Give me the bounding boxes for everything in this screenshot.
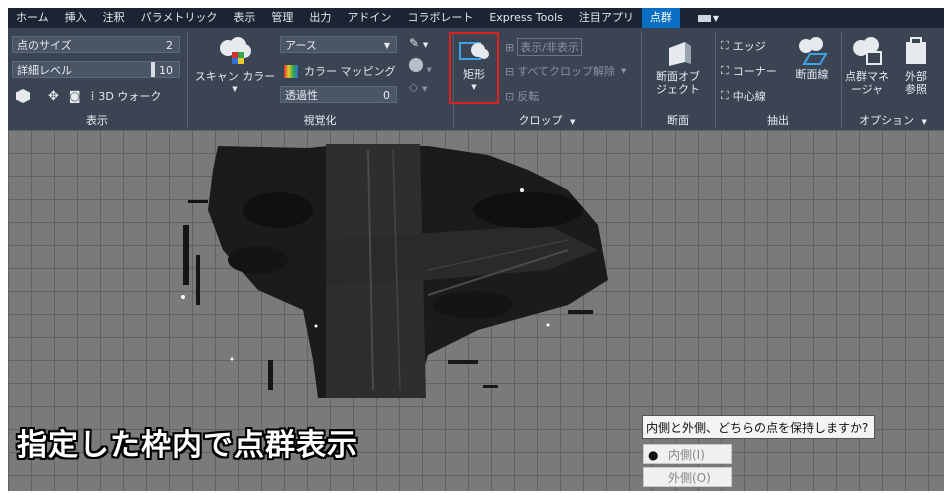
limit-box-icon[interactable]: ✎ ▼ [409,36,449,58]
scan-color-icon [220,37,251,64]
edge-icon: ⛶ [721,39,729,52]
visualization-small-tools: ✎ ▼ ▼ ◇ ▼ [409,36,449,102]
options-group-footer[interactable]: オプション ▼ [842,111,944,130]
extract-edge-button[interactable]: ⛶ エッジ [721,38,766,54]
show-hide-label: 表示/非表示 [517,38,582,56]
display-tools-row: ✥ ◙ ⁞ 3D ウォーク [16,88,161,104]
uncrop-all-button[interactable]: ⊟ すべてクロップ解除 ▼ [505,63,626,79]
camera-icon[interactable]: ◙ [69,89,81,103]
color-mapping-icon [284,64,298,78]
panel-toggle-button[interactable]: ▼ [690,8,727,28]
panel-toggle-icon [697,14,711,22]
show-hide-crop-button[interactable]: ⊞ 表示/非表示 [505,38,582,56]
extract-group-footer: 抽出 [767,114,789,127]
color-mapping-button[interactable]: カラー マッピング [284,63,396,79]
extract-corner-button[interactable]: ⛶ コーナー [721,63,777,79]
lighting-sphere-icon[interactable]: ▼ [409,58,449,80]
color-mapping-label: カラー マッピング [304,65,396,78]
section-object-label: 断面オブジェクト [656,70,700,96]
corner-icon: ⛶ [721,64,729,77]
section-line-label: 断面線 [795,68,829,81]
crop-group-footer[interactable]: クロップ ▼ [454,111,640,130]
prompt-option-outside[interactable]: 外側(O) [643,467,732,487]
chevron-down-icon: ▼ [621,67,627,75]
point-cloud-manager-label: 点群マネージャ [845,70,889,96]
tab-home[interactable]: ホーム [8,8,57,28]
tab-annotate[interactable]: 注釈 [95,8,133,28]
extract-centerline-button[interactable]: ⛶ 中心線 [721,88,766,104]
crop-footer-label: クロップ [518,114,563,127]
chevron-down-icon: ▼ [712,14,720,23]
chevron-down-icon: ▼ [921,118,927,126]
detail-level-value: 10 [159,64,173,77]
tab-collaborate[interactable]: コラボレート [399,8,481,28]
crop-rectangle-label: 矩形 [463,68,485,81]
tab-output[interactable]: 出力 [301,8,339,28]
visualization-group-footer: 視覚化 [303,114,337,127]
external-reference-icon [906,37,926,64]
options-footer-label: オプション [859,114,915,127]
point-size-field[interactable]: 点のサイズ 2 [12,36,180,53]
centerline-label: 中心線 [732,90,766,103]
ribbon-panel: 点のサイズ 2 詳細レベル 10 ✥ ◙ ⁞ 3D ウォーク 表示 スキャン カ… [8,28,944,130]
detail-level-slider-handle[interactable] [151,62,155,77]
tab-view[interactable]: 表示 [225,8,263,28]
selected-bullet-icon: ● [648,448,659,462]
invert-label: 反転 [517,90,540,103]
edge-label: エッジ [732,40,766,53]
ribbon-tab-bar: ホーム 挿入 注釈 パラメトリック 表示 管理 出力 アドイン コラボレート E… [8,8,944,28]
section-direction-icon[interactable]: ◇ ▼ [409,80,449,102]
scan-color-button[interactable]: スキャン カラー ▼ [193,36,277,96]
color-style-value: アース [285,39,317,52]
tab-addins[interactable]: アドイン [339,8,399,28]
crop-rectangle-icon [459,42,489,60]
section-line-icon [799,37,828,65]
tab-manage[interactable]: 管理 [263,8,301,28]
tab-parametric[interactable]: パラメトリック [133,8,226,28]
point-cloud-manager-icon [853,37,882,65]
transparency-label: 透過性 [285,89,318,102]
tab-insert[interactable]: 挿入 [57,8,95,28]
prompt-option-outside-label: 外側(O) [668,471,711,485]
point-size-value: 2 [166,39,173,52]
color-style-dropdown[interactable]: アース ▼ [280,36,397,53]
section-object-icon [669,42,691,66]
overlay-caption: 指定した枠内で点群表示 [17,428,358,463]
point-cloud-manager-button[interactable]: 点群マネージャ [840,36,894,96]
section-object-button[interactable]: 断面オブジェクト [646,40,710,96]
chevron-down-icon: ▼ [383,41,390,50]
show-hide-icon: ⊞ [505,40,515,54]
chevron-down-icon: ▼ [471,83,477,91]
invert-crop-button[interactable]: ⊡ 反転 [505,88,539,104]
external-reference-label: 外部参照 [905,70,927,96]
orbit-icon[interactable]: ✥ [48,89,59,104]
centerline-icon: ⛶ [721,89,729,102]
walk-icon[interactable]: ⁞ [91,89,95,103]
invert-icon: ⊡ [505,89,515,103]
3d-walk-label[interactable]: 3D ウォーク [98,88,161,104]
tab-featured-apps[interactable]: 注目アプリ [571,8,642,28]
display-group-footer: 表示 [86,114,108,127]
crop-rectangle-button[interactable]: 矩形 ▼ [449,32,499,104]
scan-color-label: スキャン カラー [194,70,276,83]
uncrop-icon: ⊟ [505,64,515,78]
uncrop-all-label: すべてクロップ解除 [517,65,616,78]
chevron-down-icon: ▼ [232,85,238,93]
tab-express-tools[interactable]: Express Tools [481,8,571,28]
command-prompt: 内側と外側、どちらの点を保持しますか? [642,415,875,439]
prompt-option-inside[interactable]: ● 内側(I) [643,444,732,464]
prompt-option-inside-label: 内側(I) [668,448,705,462]
detail-level-label: 詳細レベル [17,64,72,77]
extract-section-line-button[interactable]: 断面線 [790,36,834,81]
chevron-down-icon: ▼ [570,118,576,126]
external-reference-button[interactable]: 外部参照 [894,36,938,96]
point-size-label: 点のサイズ [17,39,72,52]
detail-level-field[interactable]: 詳細レベル 10 [12,61,180,78]
point-cloud-display-icon[interactable] [16,89,30,103]
transparency-field[interactable]: 透過性 0 [280,86,397,103]
section-group-footer: 断面 [667,114,689,127]
corner-label: コーナー [732,65,777,78]
transparency-value: 0 [383,89,390,102]
tab-point-cloud[interactable]: 点群 [641,8,680,28]
